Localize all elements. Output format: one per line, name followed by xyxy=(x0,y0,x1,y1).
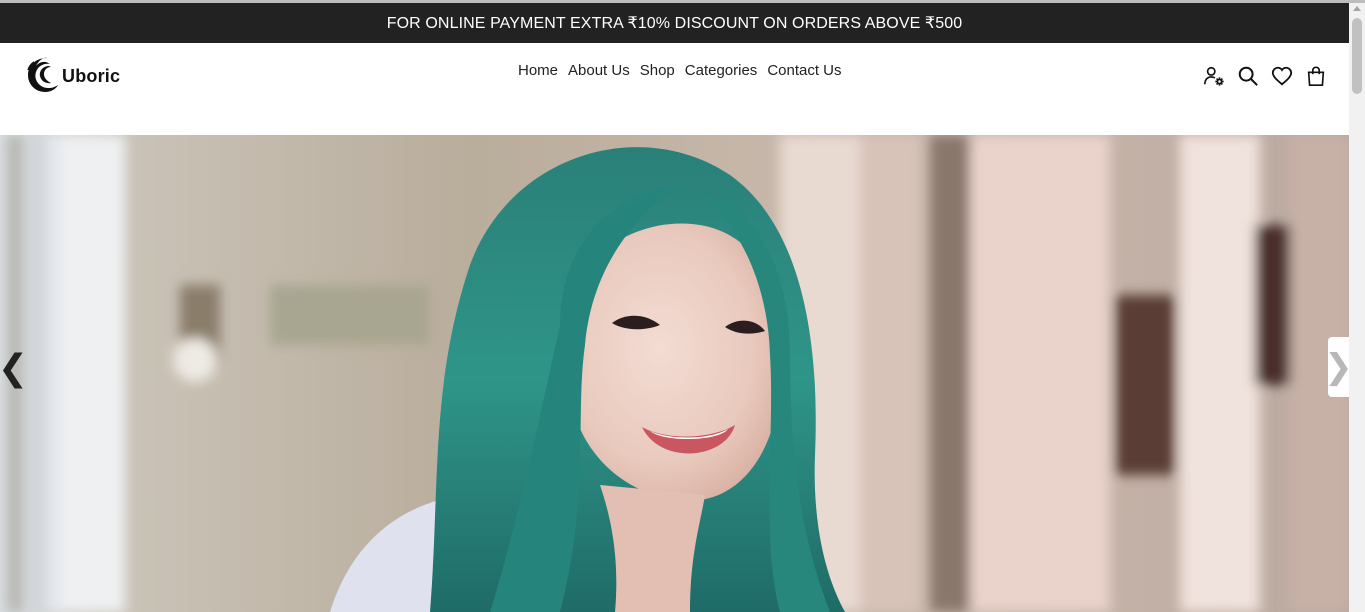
announcement-text: FOR ONLINE PAYMENT EXTRA ₹10% DISCOUNT O… xyxy=(386,15,963,32)
scrollbar-thumb[interactable] xyxy=(1352,18,1362,94)
hero-image xyxy=(0,135,1349,612)
search-icon[interactable] xyxy=(1236,64,1260,88)
announcement-bar: FOR ONLINE PAYMENT EXTRA ₹10% DISCOUNT O… xyxy=(0,3,1349,43)
main-nav: Home About Us Shop Categories Contact Us xyxy=(518,62,852,79)
nav-home[interactable]: Home xyxy=(518,62,558,79)
nav-contact-us[interactable]: Contact Us xyxy=(767,62,841,79)
scroll-up-arrow-icon[interactable] xyxy=(1353,6,1361,11)
site-header: Uboric Home About Us Shop Categories Con… xyxy=(0,43,1349,135)
nav-categories[interactable]: Categories xyxy=(685,62,758,79)
account-settings-icon[interactable] xyxy=(1202,64,1226,88)
logo[interactable]: Uboric xyxy=(25,54,120,99)
slider-prev-button[interactable]: ❮ xyxy=(0,340,28,396)
page-scrollbar[interactable] xyxy=(1349,3,1365,612)
heart-icon[interactable] xyxy=(1270,64,1294,88)
nav-about-us[interactable]: About Us xyxy=(568,62,630,79)
slider-next-button[interactable]: ❯ xyxy=(1324,337,1353,397)
nav-shop[interactable]: Shop xyxy=(640,62,675,79)
hero-slider xyxy=(0,135,1349,612)
brand-name: Uboric xyxy=(62,66,121,86)
shopping-bag-icon[interactable] xyxy=(1304,64,1328,88)
wave-swirl-icon xyxy=(25,54,61,99)
header-icons xyxy=(1202,64,1338,88)
